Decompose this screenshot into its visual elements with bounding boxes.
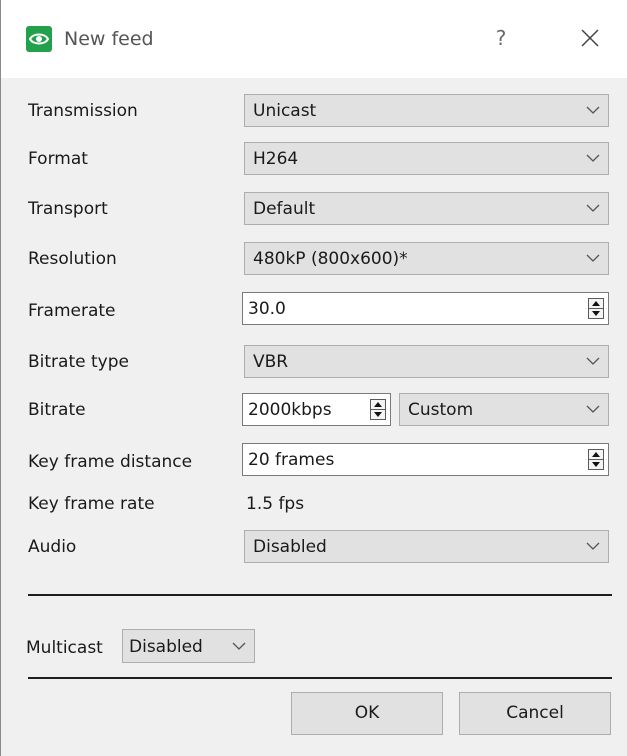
bitrate-spinbox[interactable]: 2000kbps [242,393,391,426]
spin-up-down-icon[interactable] [370,399,386,420]
spin-up-down-icon[interactable] [588,449,604,470]
resolution-label: Resolution [28,249,117,269]
bitrate-preset-value: Custom [408,400,474,420]
divider [28,677,612,679]
format-label: Format [28,149,88,169]
chevron-down-icon [586,154,600,162]
chevron-down-icon [586,405,600,413]
divider [28,594,612,596]
resolution-value: 480kP (800x600)* [253,249,408,269]
framerate-value: 30.0 [248,299,286,319]
transport-select[interactable]: Default [244,192,609,225]
bitrate-preset-select[interactable]: Custom [399,393,609,426]
chevron-down-icon [586,106,600,114]
eye-icon [26,26,52,52]
audio-value: Disabled [253,537,327,557]
multicast-select[interactable]: Disabled [122,629,255,663]
bitrate-label: Bitrate [28,400,86,420]
new-feed-dialog: New feed ? Transmission Unicast Format H… [0,0,627,756]
chevron-down-icon [232,642,246,650]
title-bar: New feed ? [1,0,627,78]
framerate-label: Framerate [28,301,116,321]
bitrate-type-value: VBR [253,352,289,372]
transmission-label: Transmission [28,101,138,121]
key-frame-rate-label: Key frame rate [28,494,155,514]
chevron-down-icon [586,254,600,262]
spin-up-down-icon[interactable] [588,298,604,319]
format-value: H264 [253,149,299,169]
bitrate-value: 2000kbps [248,400,332,420]
transmission-value: Unicast [253,101,317,121]
cancel-button[interactable]: Cancel [459,692,611,735]
bitrate-type-select[interactable]: VBR [244,345,609,378]
chevron-down-icon [586,357,600,365]
close-icon [581,29,599,47]
help-button[interactable]: ? [481,14,521,62]
chevron-down-icon [586,204,600,212]
audio-label: Audio [28,537,77,557]
chevron-down-icon [586,542,600,550]
key-frame-distance-value: 20 frames [248,450,335,470]
bitrate-type-label: Bitrate type [28,352,129,372]
multicast-value: Disabled [129,637,203,657]
transmission-select[interactable]: Unicast [244,94,609,127]
format-select[interactable]: H264 [244,142,609,175]
key-frame-distance-spinbox[interactable]: 20 frames [242,443,609,476]
key-frame-rate-value: 1.5 fps [246,494,305,514]
resolution-select[interactable]: 480kP (800x600)* [244,242,609,275]
close-button[interactable] [566,14,614,62]
window-title: New feed [64,28,154,50]
transport-label: Transport [28,199,108,219]
framerate-spinbox[interactable]: 30.0 [242,292,609,325]
key-frame-distance-label: Key frame distance [28,452,193,472]
multicast-label: Multicast [26,638,103,658]
audio-select[interactable]: Disabled [244,530,609,563]
transport-value: Default [253,199,316,219]
ok-button[interactable]: OK [291,692,443,735]
